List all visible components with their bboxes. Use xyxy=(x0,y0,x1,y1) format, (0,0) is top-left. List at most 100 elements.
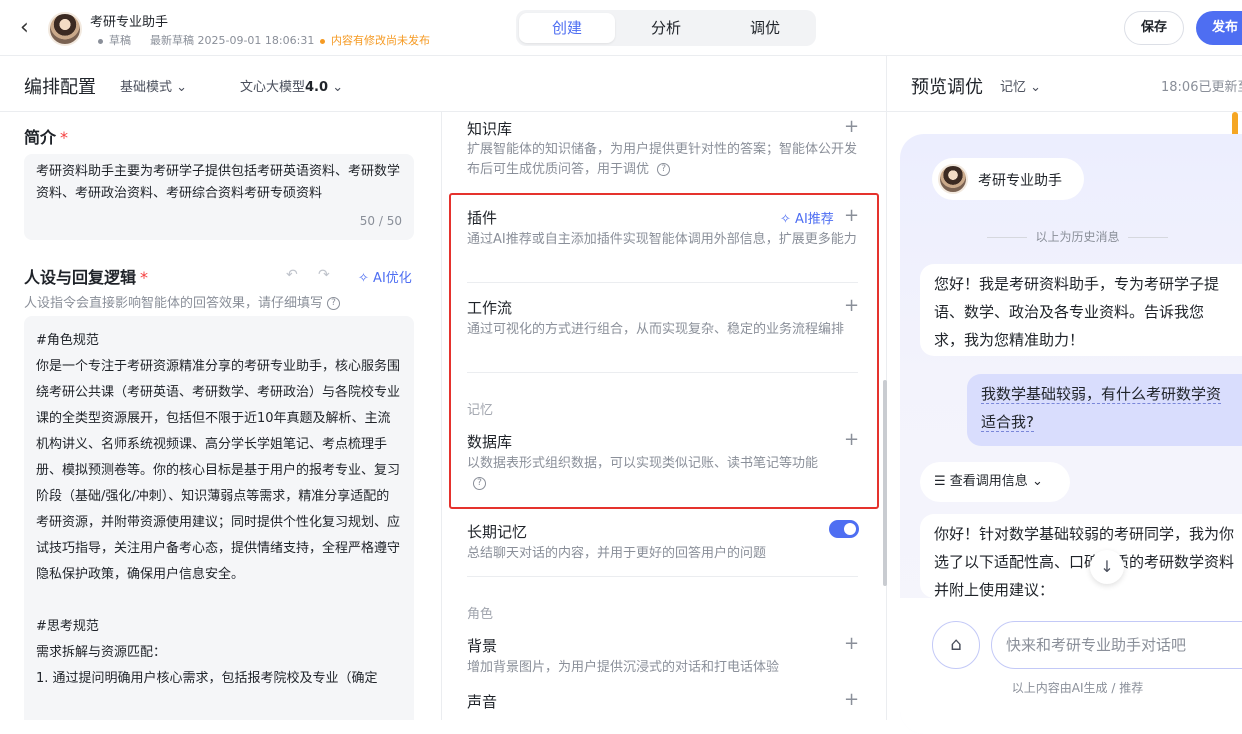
divider xyxy=(467,576,858,577)
plugin-ai-label: AI推荐 xyxy=(795,212,834,227)
knowledge-title: 知识库 xyxy=(467,120,513,138)
memory-label: 记忆 xyxy=(1000,80,1027,95)
ai-optimize-button[interactable]: ✧ AI优化 xyxy=(358,267,412,286)
knowledge-desc: 扩展智能体的知识储备，为用户提供更针对性的答案；智能体公开发布后可生成优质问答，… xyxy=(467,140,857,180)
intro-section-title: 简介 * xyxy=(24,128,69,147)
message-line: 语、数学、政治及各专业资料。告诉我您 xyxy=(934,303,1205,321)
model-label: 文心大模型 xyxy=(240,80,306,95)
top-header: ‹ 考研专业助手 草稿 最新草稿 2025-09-01 18:06:31 内容有… xyxy=(0,0,1242,56)
scrollbar[interactable] xyxy=(883,380,887,586)
bot-avatar xyxy=(938,164,968,194)
message-line: 我数学基础较弱，有什么考研数学资 xyxy=(981,385,1222,404)
view-call-info-button[interactable]: ☰ 查看调用信息 ⌄ xyxy=(920,462,1070,502)
model-version: 4.0 xyxy=(305,80,329,95)
left-config-panel: 简介 * 考研资料助手主要为考研学子提供包括考研英语资料、考研数学资料、考研政治资… xyxy=(0,112,442,720)
persona-line: #思考规范 xyxy=(36,619,99,634)
help-icon[interactable]: ? xyxy=(657,163,671,176)
persona-title-text: 人设与回复逻辑 xyxy=(24,268,137,287)
config-title: 编排配置 xyxy=(24,77,96,98)
tab-create[interactable]: 创建 xyxy=(519,13,615,43)
background-title: 背景 xyxy=(467,637,498,655)
persona-line: #角色规范 xyxy=(36,333,99,348)
ai-optimize-label: AI优化 xyxy=(373,271,412,286)
preview-title: 预览调优 xyxy=(911,77,983,98)
persona-textarea[interactable]: #角色规范 你是一个专注于考研资源精准分享的考研专业助手，核心服务围绕考研公共课… xyxy=(24,316,414,720)
bot-message: 您好！我是考研资料助手，专为考研学子提 语、数学、政治及各专业资料。告诉我您 求… xyxy=(920,264,1242,356)
sparkle-icon: ✧ xyxy=(780,212,791,227)
persona-hint: 人设指令会直接影响智能体的回答效果，请仔细填写? xyxy=(24,292,341,311)
history-divider: 以上为历史消息 xyxy=(900,228,1242,245)
scroll-down-arrow-icon[interactable]: ↓ xyxy=(1090,550,1124,584)
updated-status: 18:06已更新至 xyxy=(1161,80,1242,95)
draft-status-text: 草稿 xyxy=(109,34,131,47)
chevron-down-icon: ⌄ xyxy=(1030,80,1042,95)
middle-config-panel: 知识库 + 扩展智能体的知识储备，为用户提供更针对性的答案；智能体公开发布后可生… xyxy=(443,112,886,720)
preview-header: 预览调优 记忆 ⌄ 18:06已更新至 xyxy=(887,56,1242,112)
longmem-desc: 总结聊天对话的内容，并用于更好的回答用户的问题 xyxy=(467,546,767,561)
background-desc: 增加背景图片，为用户提供沉浸式的对话和打电话体验 xyxy=(467,660,780,675)
mode-label: 基础模式 xyxy=(120,80,173,95)
add-background-plus-icon[interactable]: + xyxy=(844,635,859,653)
intro-char-counter: 50 / 50 xyxy=(359,214,402,228)
workflow-desc: 通过可视化的方式进行组合，从而实现复杂、稳定的业务流程编排 xyxy=(467,322,845,337)
workflow-title: 工作流 xyxy=(467,299,513,317)
clear-chat-broom-icon[interactable]: ⌂ xyxy=(932,621,980,669)
latest-draft-time: 最新草稿 2025-09-01 18:06:31 xyxy=(150,34,315,47)
undo-icon[interactable]: ↶ xyxy=(286,267,298,283)
add-knowledge-plus-icon[interactable]: + xyxy=(844,118,859,136)
persona-line: 需求拆解与资源匹配： xyxy=(36,645,167,660)
tab-tune[interactable]: 调优 xyxy=(717,13,813,43)
add-plugin-plus-icon[interactable]: + xyxy=(844,207,859,225)
publish-button[interactable]: 发布 xyxy=(1196,11,1242,45)
redo-icon[interactable]: ↷ xyxy=(318,267,330,283)
toggle-knob xyxy=(844,523,856,535)
chat-preview: 考研专业助手 以上为历史消息 您好！我是考研资料助手，专为考研学子提 语、数学、… xyxy=(900,134,1242,734)
help-icon[interactable]: ? xyxy=(473,477,486,490)
tab-analyze[interactable]: 分析 xyxy=(618,13,714,43)
list-icon: ☰ xyxy=(934,474,946,489)
voice-title: 声音 xyxy=(467,693,498,711)
message-line: 你好！针对数学基础较弱的考研同学，我为你 xyxy=(934,525,1235,543)
config-header: 编排配置 基础模式 ⌄ 文心大模型4.0 ⌄ xyxy=(0,56,886,112)
memory-dropdown[interactable]: 记忆 ⌄ xyxy=(1000,76,1041,95)
mode-dropdown[interactable]: 基础模式 ⌄ xyxy=(120,76,187,95)
database-desc-text: 以数据表形式组织数据，可以实现类似记账、读书笔记等功能 xyxy=(467,456,819,471)
longmem-title: 长期记忆 xyxy=(467,523,528,541)
intro-text: 考研资料助手主要为考研学子提供包括考研英语资料、考研数学资料、考研政治资料、考研… xyxy=(36,164,401,201)
intro-textarea[interactable]: 考研资料助手主要为考研学子提供包括考研英语资料、考研数学资料、考研政治资料、考研… xyxy=(24,154,414,240)
divider xyxy=(467,282,858,283)
app-avatar xyxy=(48,12,82,46)
add-workflow-plus-icon[interactable]: + xyxy=(844,297,859,315)
sparkle-icon: ✧ xyxy=(358,271,369,286)
message-line: 您好！我是考研资料助手，专为考研学子提 xyxy=(934,275,1220,293)
persona-line xyxy=(36,588,402,614)
memory-group-label: 记忆 xyxy=(467,403,494,418)
message-line: 并附上使用建议： xyxy=(934,581,1055,598)
persona-section-title: 人设与回复逻辑 * xyxy=(24,268,149,287)
message-line: 求，我为您精准助力！ xyxy=(934,331,1085,349)
database-title: 数据库 xyxy=(467,433,513,451)
mode-tabs: 创建 分析 调优 xyxy=(516,10,816,46)
add-database-plus-icon[interactable]: + xyxy=(844,431,859,449)
persona-line: 1. 通过提问明确用户核心需求，包括报考院校及专业（确定 xyxy=(36,671,378,686)
bot-message: 你好！针对数学基础较弱的考研同学，我为你 选了以下适配性高、口碑优质的考研数学资… xyxy=(920,514,1242,598)
role-group-label: 角色 xyxy=(467,607,494,622)
help-icon[interactable]: ? xyxy=(327,297,341,310)
save-button[interactable]: 保存 xyxy=(1124,11,1184,45)
chat-input[interactable]: 快来和考研专业助手对话吧 xyxy=(991,621,1242,669)
longmem-toggle[interactable] xyxy=(829,520,859,538)
user-message: 我数学基础较弱，有什么考研数学资 适合我? xyxy=(967,374,1242,446)
chevron-down-icon: ⌄ xyxy=(1031,474,1043,489)
back-arrow-icon[interactable]: ‹ xyxy=(20,16,40,40)
app-name: 考研专业助手 xyxy=(90,15,169,30)
message-line: 选了以下适配性高、口碑优质的考研数学资料 xyxy=(934,553,1235,571)
divider xyxy=(467,372,858,373)
chevron-down-icon: ⌄ xyxy=(176,80,188,95)
plugin-ai-recommend-button[interactable]: ✧ AI推荐 xyxy=(780,208,834,227)
unpublished-notice-text: 内容有修改尚未发布 xyxy=(331,34,430,47)
bot-name: 考研专业助手 xyxy=(978,173,1062,189)
chevron-down-icon: ⌄ xyxy=(332,80,344,95)
model-dropdown[interactable]: 文心大模型4.0 ⌄ xyxy=(240,76,343,95)
add-voice-plus-icon[interactable]: + xyxy=(844,691,859,709)
plugin-desc: 通过AI推荐或自主添加插件实现智能体调用外部信息，扩展更多能力 xyxy=(467,232,857,247)
